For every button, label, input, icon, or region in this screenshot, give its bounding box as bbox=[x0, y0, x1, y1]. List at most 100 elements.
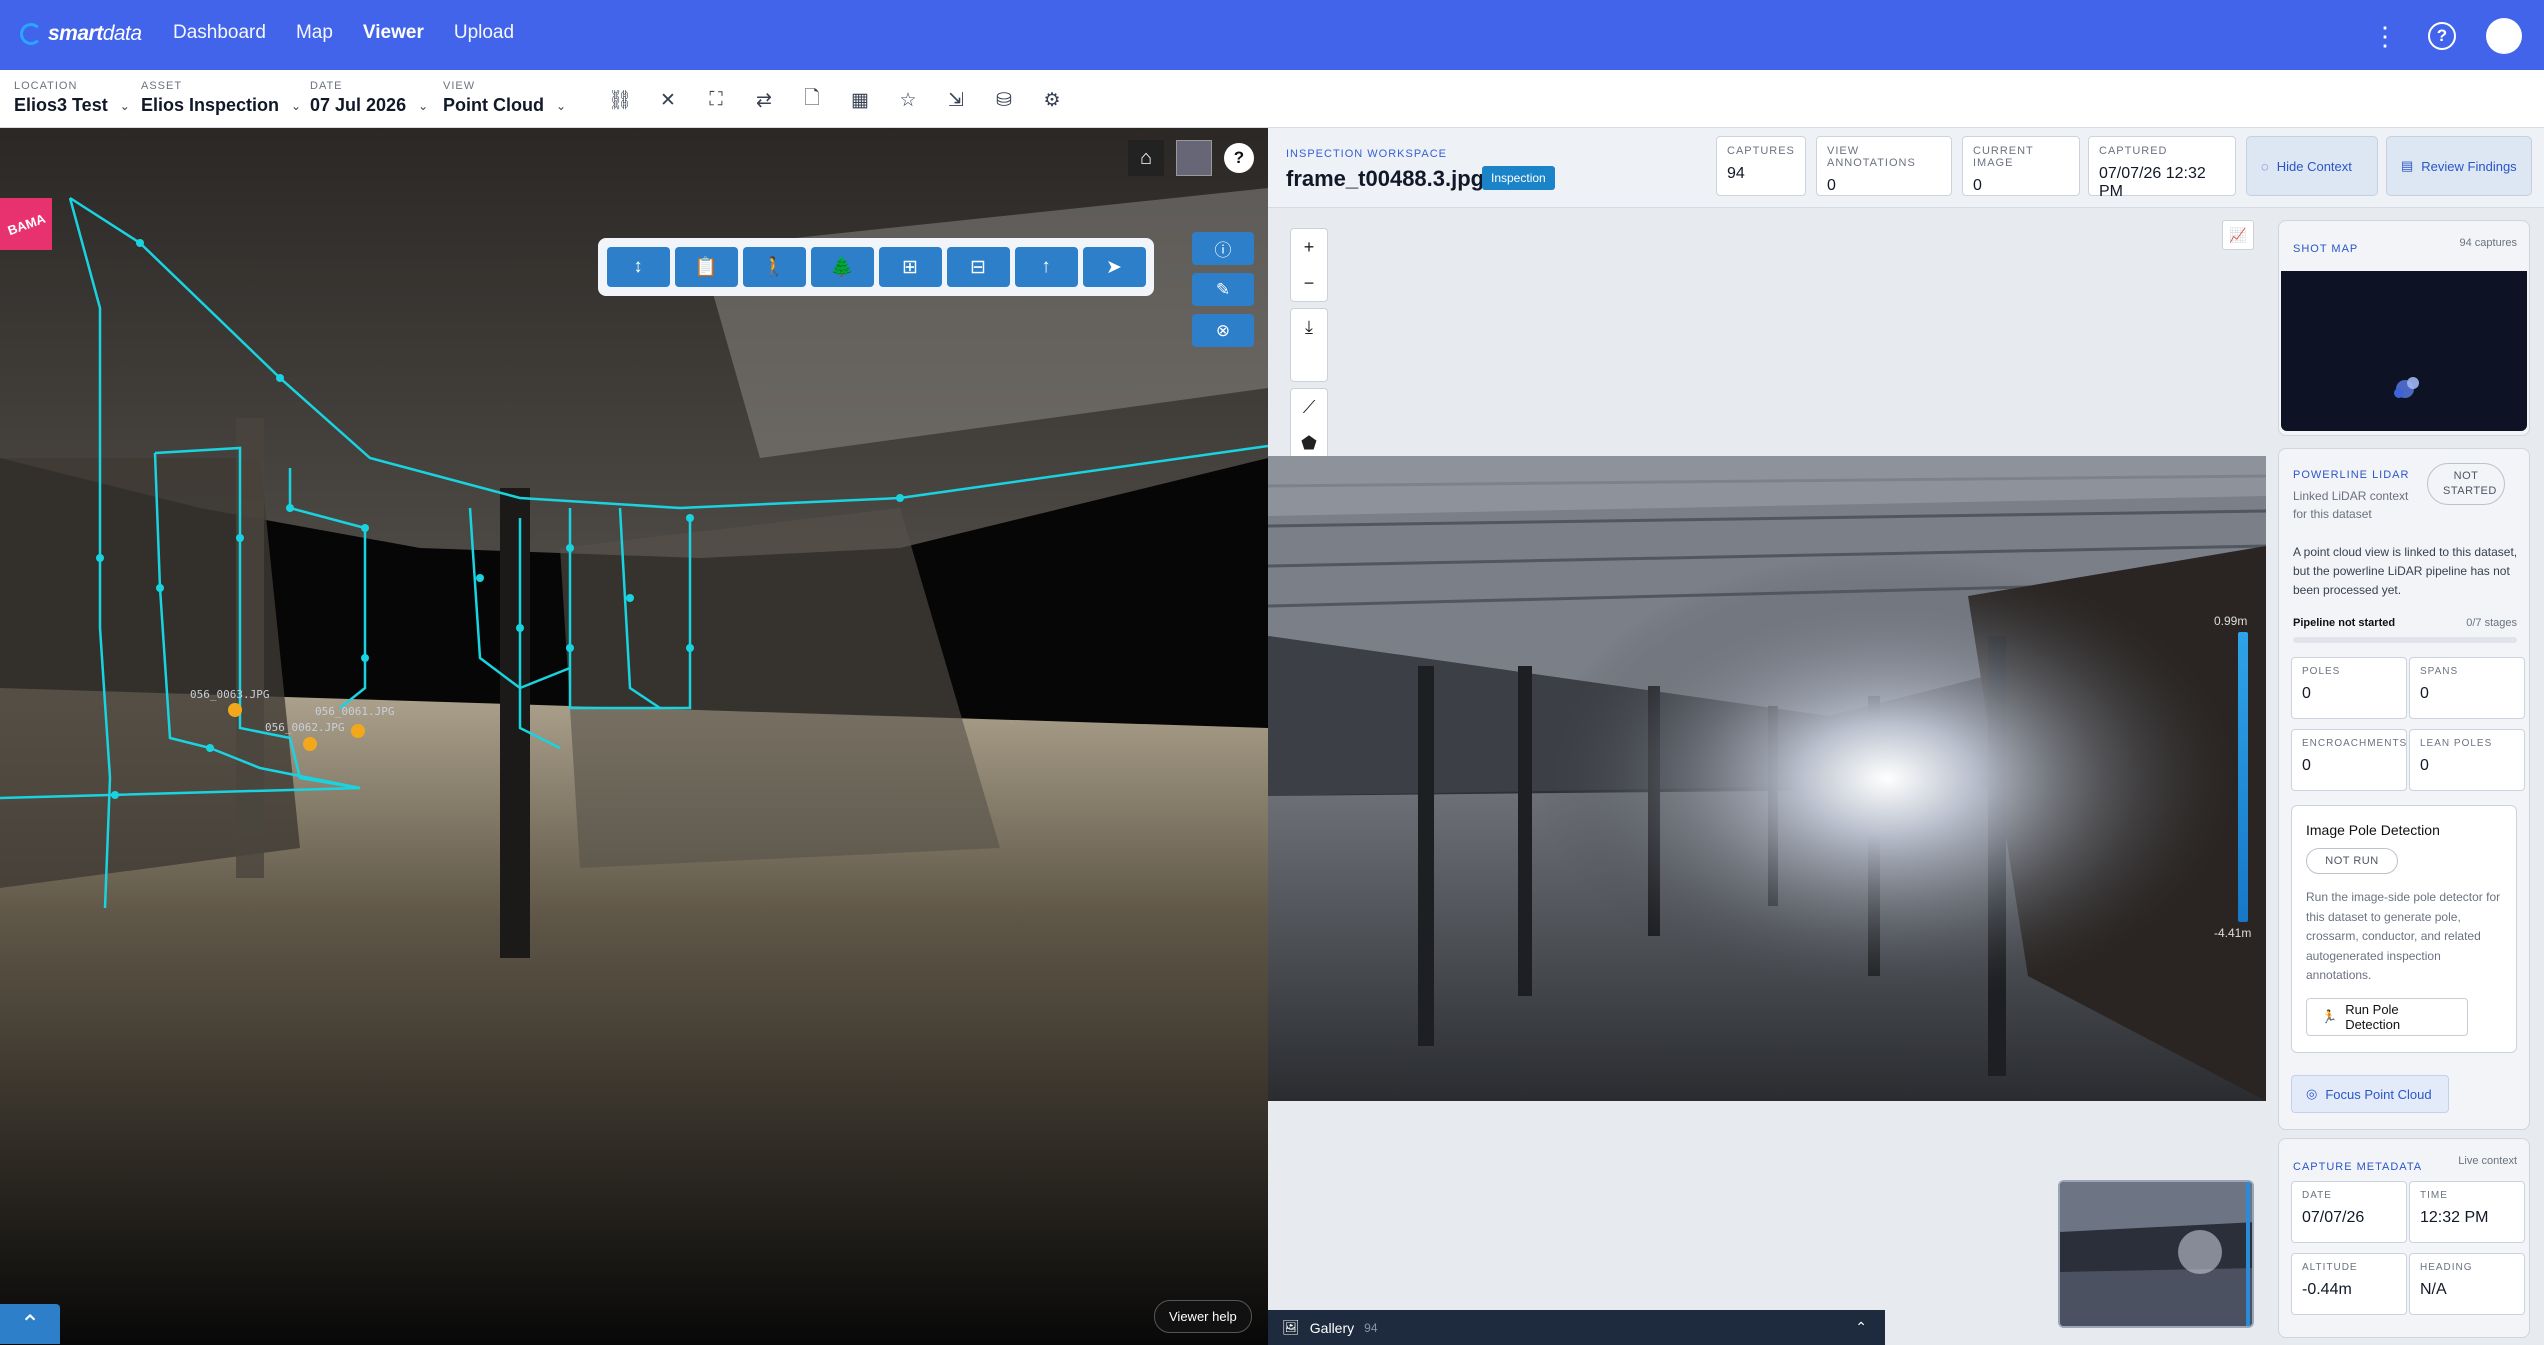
nav-upload[interactable]: Upload bbox=[454, 22, 514, 44]
workspace-header: INSPECTION WORKSPACE frame_t00488.3.jpg … bbox=[1268, 128, 2544, 208]
measurement-tag-label: BAMA bbox=[5, 210, 47, 238]
stat-value: 0 bbox=[2420, 685, 2429, 702]
send-icon[interactable]: ➤ bbox=[1082, 247, 1146, 287]
inspection-photo-image bbox=[1268, 456, 2266, 1101]
meta-heading: HEADING N/A bbox=[2409, 1253, 2525, 1315]
tree-icon[interactable]: 🌲 bbox=[810, 247, 874, 287]
inspection-photo[interactable] bbox=[1268, 456, 2266, 1101]
clipboard-icon: ▤ bbox=[2401, 158, 2414, 173]
depth-scale: 0.99m -4.41m bbox=[2214, 614, 2251, 944]
nav-map[interactable]: Map bbox=[296, 22, 333, 44]
height-measure-icon[interactable]: ↕ bbox=[606, 247, 670, 287]
capture-metadata-title: CAPTURE METADATA bbox=[2293, 1161, 2423, 1173]
stat-value: 94 bbox=[1727, 165, 1745, 182]
unlink-icon[interactable]: ⛓ bbox=[596, 86, 644, 114]
image-minimap[interactable] bbox=[2058, 1180, 2254, 1328]
stat-label: SPANS bbox=[2420, 666, 2459, 677]
stat-label: LEAN POLES bbox=[2420, 738, 2493, 749]
pc-image-label[interactable]: 056_0062.JPG bbox=[265, 721, 344, 734]
pc-image-label[interactable]: 056_0061.JPG bbox=[315, 705, 394, 718]
run-pole-detection-label: Run Pole Detection bbox=[2345, 1002, 2401, 1032]
stat-lean-poles: LEAN POLES 0 bbox=[2409, 729, 2525, 791]
review-findings-label: Review Findings bbox=[2421, 158, 2517, 174]
gallery-bar[interactable]: 🖼 Gallery 94 ⌃ bbox=[1268, 1310, 1885, 1345]
focus-point-cloud-button[interactable]: ◎ Focus Point Cloud bbox=[2291, 1075, 2449, 1113]
remove-box-icon[interactable]: ⊟ bbox=[946, 247, 1010, 287]
info-icon[interactable]: ⓘ bbox=[1192, 232, 1254, 265]
review-findings-button[interactable]: ▤ Review Findings bbox=[2386, 136, 2532, 196]
logo-icon bbox=[20, 23, 42, 45]
avatar[interactable] bbox=[2486, 18, 2522, 54]
view-select[interactable]: VIEW Point Cloud ⌄ bbox=[443, 80, 566, 116]
asset-select[interactable]: ASSET Elios Inspection ⌄ bbox=[141, 80, 301, 116]
run-pole-detection-button[interactable]: 🏃 Run Pole Detection bbox=[2306, 998, 2468, 1036]
pencil-icon[interactable]: ✎ bbox=[1192, 273, 1254, 306]
meta-value: 07/07/26 bbox=[2302, 1209, 2365, 1226]
capture-metadata-card: CAPTURE METADATA Live context DATE 07/07… bbox=[2278, 1138, 2530, 1338]
viewer-help-button[interactable]: Viewer help bbox=[1154, 1300, 1252, 1333]
add-box-icon[interactable]: ⊞ bbox=[878, 247, 942, 287]
location-select[interactable]: LOCATION Elios3 Test ⌄ bbox=[14, 80, 130, 116]
stack-icon[interactable]: ⛁ bbox=[980, 86, 1028, 114]
settings-icon[interactable]: ⚙ bbox=[1028, 86, 1076, 114]
pc-image-label[interactable]: 056_0063.JPG bbox=[190, 688, 269, 701]
clipboard-icon[interactable]: 📋 bbox=[674, 247, 738, 287]
home-icon[interactable]: ⌂ bbox=[1128, 140, 1164, 176]
chevron-up-icon[interactable]: ⌃ bbox=[0, 1304, 60, 1344]
line-tool-icon[interactable]: ⟋ bbox=[1291, 389, 1327, 425]
point-cloud-viewer[interactable]: 056_0063.JPG 056_0062.JPG 056_0061.JPG B… bbox=[0, 128, 1268, 1345]
date-select[interactable]: DATE 07 Jul 2026 ⌄ bbox=[310, 80, 428, 116]
blank-tool[interactable] bbox=[1291, 345, 1327, 381]
hide-context-button[interactable]: ◌ Hide Context bbox=[2246, 136, 2378, 196]
basemap-thumbnail[interactable] bbox=[1176, 140, 1212, 176]
swap-icon[interactable]: ⇄ bbox=[740, 86, 788, 114]
stat-view-annotations: VIEW ANNOTATIONS 0 bbox=[1816, 136, 1952, 196]
fullscreen-icon[interactable]: ⛶ bbox=[692, 86, 740, 114]
depth-bottom-label: -4.41m bbox=[2214, 926, 2252, 940]
stat-poles: POLES 0 bbox=[2291, 657, 2407, 719]
date-value: 07 Jul 2026 bbox=[310, 95, 407, 115]
download-icon[interactable]: ⤓ bbox=[1291, 309, 1327, 345]
meta-value: 12:32 PM bbox=[2420, 1209, 2489, 1226]
meta-label: HEADING bbox=[2420, 1262, 2473, 1273]
nav-viewer[interactable]: Viewer bbox=[363, 22, 424, 44]
chart-icon[interactable]: 📈 bbox=[2222, 220, 2254, 250]
meta-time: TIME 12:32 PM bbox=[2409, 1181, 2525, 1243]
pipeline-progress-bar bbox=[2293, 637, 2517, 643]
nav-dashboard[interactable]: Dashboard bbox=[173, 22, 266, 44]
zoom-in-icon[interactable]: + bbox=[1291, 229, 1327, 265]
measure-toolbar: ↕ 📋 🚶 🌲 ⊞ ⊟ ↑ ➤ bbox=[598, 238, 1154, 296]
zoom-out-icon[interactable]: − bbox=[1291, 265, 1327, 301]
target-icon: ◎ bbox=[2306, 1086, 2318, 1101]
brand-logo[interactable]: smartdata bbox=[20, 22, 142, 46]
close-icon[interactable]: ✕ bbox=[644, 86, 692, 114]
meta-label: DATE bbox=[2302, 1190, 2332, 1201]
chevron-down-icon: ⌄ bbox=[291, 98, 302, 113]
image-filename: frame_t00488.3.jpg bbox=[1286, 166, 1485, 191]
stat-label: CAPTURES bbox=[1727, 145, 1795, 157]
grid-icon[interactable]: ▦ bbox=[836, 86, 884, 114]
asset-label: ASSET bbox=[141, 80, 183, 92]
measurement-tag[interactable]: BAMA bbox=[0, 198, 52, 250]
clear-icon[interactable]: ⊗ bbox=[1192, 314, 1254, 347]
gallery-label: Gallery bbox=[1309, 1319, 1355, 1336]
help-icon[interactable]: ? bbox=[2428, 22, 2456, 50]
export-icon[interactable]: ⇲ bbox=[932, 86, 980, 114]
star-icon[interactable]: ☆ bbox=[884, 86, 932, 114]
arrow-up-icon[interactable]: ↑ bbox=[1014, 247, 1078, 287]
chevron-up-icon[interactable]: ⌃ bbox=[1855, 1319, 1867, 1336]
help-icon[interactable]: ? bbox=[1224, 143, 1254, 173]
lidar-subtitle: Linked LiDAR context for this dataset bbox=[2293, 489, 2409, 521]
document-icon[interactable]: 🗋 bbox=[788, 86, 836, 114]
chevron-down-icon: ⌄ bbox=[119, 98, 130, 113]
minimap-preview bbox=[2060, 1182, 2252, 1326]
more-menu-icon[interactable]: ⋮ bbox=[2372, 23, 2398, 49]
shot-map[interactable] bbox=[2281, 271, 2527, 431]
person-scale-icon[interactable]: 🚶 bbox=[742, 247, 806, 287]
stat-captured: CAPTURED 07/07/26 12:32 PM bbox=[2088, 136, 2236, 200]
shot-map-count: 94 captures bbox=[2459, 237, 2517, 249]
filter-bar: LOCATION Elios3 Test ⌄ ASSET Elios Inspec… bbox=[0, 70, 2544, 128]
point-cloud-canvas[interactable]: 056_0063.JPG 056_0062.JPG 056_0061.JPG bbox=[0, 128, 1268, 1345]
meta-value: -0.44m bbox=[2302, 1281, 2352, 1298]
stat-captures: CAPTURES 94 bbox=[1716, 136, 1806, 196]
